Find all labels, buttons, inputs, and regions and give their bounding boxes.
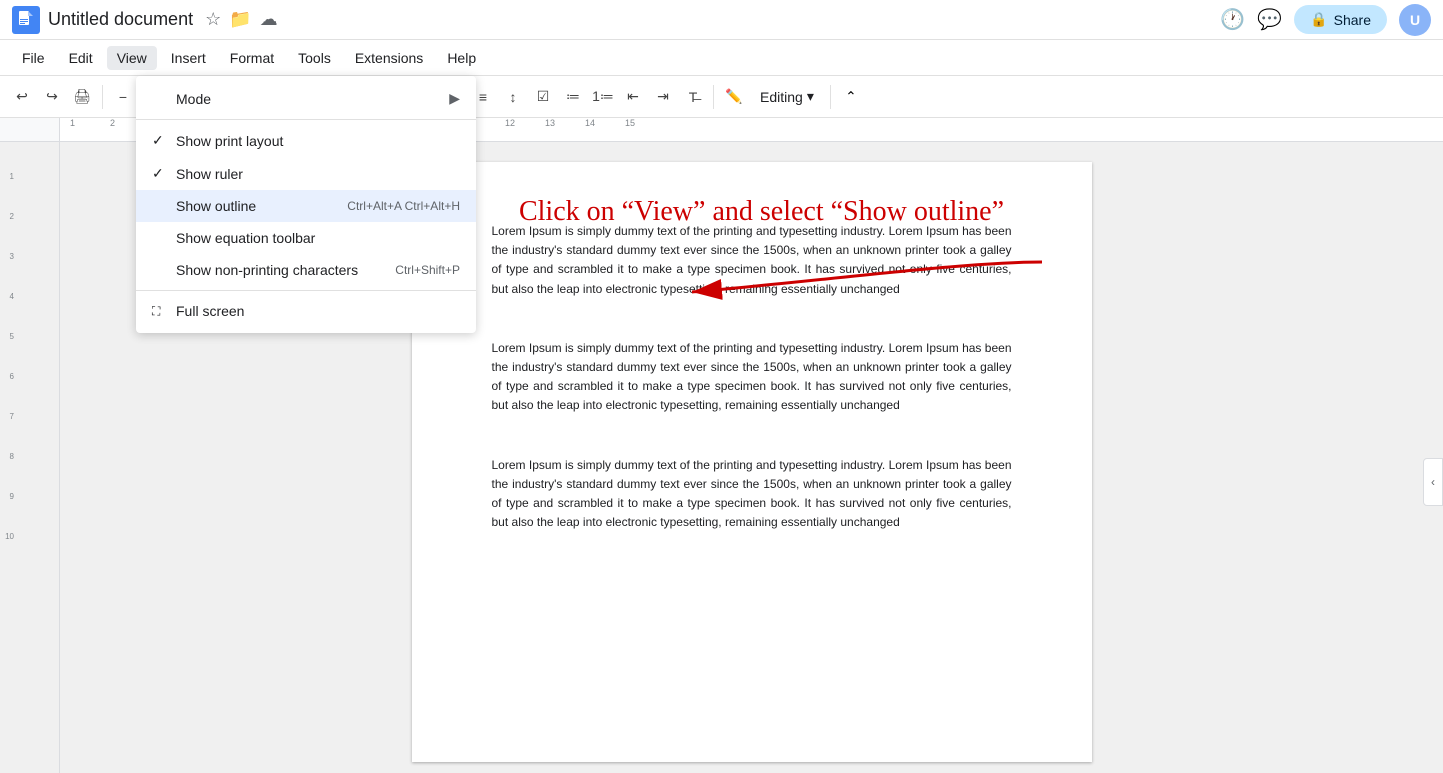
lock-icon: 🔒: [1310, 11, 1327, 28]
document-title: Untitled document: [48, 9, 193, 30]
menu-help[interactable]: Help: [437, 46, 486, 70]
mode-arrow-icon: ▶: [449, 90, 460, 107]
left-margin: 1 2 3 4 5 6 7 8 9 10: [0, 142, 60, 773]
dropdown-item-mode[interactable]: Mode ▶: [136, 82, 476, 115]
view-dropdown-menu: Mode ▶ ✓ Show print layout ✓ Show ruler …: [136, 76, 476, 333]
numbered-button[interactable]: 1≔: [589, 83, 617, 111]
toolbar-collapse-button[interactable]: ⌃: [837, 83, 865, 111]
title-right: 🕐 💬 🔒 Share U: [1220, 4, 1431, 36]
editing-button[interactable]: Editing ▾: [750, 84, 824, 109]
print-layout-label: Show print layout: [176, 133, 460, 149]
outline-label: Show outline: [176, 198, 347, 214]
vertical-ruler: 1 2 3 4 5 6 7 8 9 10: [0, 142, 15, 773]
line-spacing-button[interactable]: ↕: [499, 83, 527, 111]
avatar: U: [1399, 4, 1431, 36]
zoom-out-button[interactable]: −: [109, 83, 137, 111]
menu-edit[interactable]: Edit: [59, 46, 103, 70]
menu-extensions[interactable]: Extensions: [345, 46, 433, 70]
dropdown-item-nonprinting[interactable]: Show non-printing characters Ctrl+Shift+…: [136, 254, 476, 286]
equation-label: Show equation toolbar: [176, 230, 460, 246]
mode-label: Mode: [176, 91, 449, 107]
share-button[interactable]: 🔒 Share: [1294, 5, 1387, 34]
fullscreen-icon: ⛶: [152, 304, 172, 319]
outline-shortcut: Ctrl+Alt+A Ctrl+Alt+H: [347, 199, 460, 213]
clear-format-button[interactable]: T̶: [679, 83, 707, 111]
editing-chevron-icon: ▾: [807, 88, 814, 105]
nonprinting-shortcut: Ctrl+Shift+P: [395, 263, 460, 277]
separator1: [102, 85, 103, 109]
cloud-icon[interactable]: ☁: [260, 9, 278, 30]
title-icons: ☆ 📁 ☁: [205, 9, 278, 30]
indent-decrease-button[interactable]: ⇤: [619, 83, 647, 111]
bullet-button[interactable]: ≔: [559, 83, 587, 111]
undo-button[interactable]: ↩: [8, 83, 36, 111]
divider-1: [136, 119, 476, 120]
separator5: [830, 85, 831, 109]
edit-pencil-icon: ✏️: [720, 83, 748, 111]
star-icon[interactable]: ☆: [205, 9, 221, 30]
separator4: [713, 85, 714, 109]
dropdown-item-outline[interactable]: Show outline Ctrl+Alt+A Ctrl+Alt+H: [136, 190, 476, 222]
doc-icon: [12, 6, 40, 34]
paragraph-3: Lorem Ipsum is simply dummy text of the …: [492, 456, 1012, 533]
paragraph-2: Lorem Ipsum is simply dummy text of the …: [492, 339, 1012, 416]
comment-icon[interactable]: 💬: [1257, 7, 1282, 32]
print-layout-check-icon: ✓: [152, 132, 172, 149]
ruler-check-icon: ✓: [152, 165, 172, 182]
folder-icon[interactable]: 📁: [229, 9, 251, 30]
redo-button[interactable]: ↪: [38, 83, 66, 111]
menu-format[interactable]: Format: [220, 46, 284, 70]
sidebar-toggle-button[interactable]: ‹: [1423, 458, 1443, 506]
ruler-left: [0, 118, 60, 141]
title-bar: Untitled document ☆ 📁 ☁ 🕐 💬 🔒 Share U: [0, 0, 1443, 40]
dropdown-item-print-layout[interactable]: ✓ Show print layout: [136, 124, 476, 157]
menu-bar: File Edit View Insert Format Tools Exten…: [0, 40, 1443, 76]
divider-2: [136, 290, 476, 291]
history-icon[interactable]: 🕐: [1220, 7, 1245, 32]
menu-view[interactable]: View: [107, 46, 157, 70]
menu-insert[interactable]: Insert: [161, 46, 216, 70]
menu-file[interactable]: File: [12, 46, 55, 70]
editing-label: Editing: [760, 89, 803, 105]
fullscreen-label: Full screen: [176, 303, 460, 319]
checklist-button[interactable]: ☑: [529, 83, 557, 111]
dropdown-item-equation[interactable]: Show equation toolbar: [136, 222, 476, 254]
dropdown-item-ruler[interactable]: ✓ Show ruler: [136, 157, 476, 190]
menu-tools[interactable]: Tools: [288, 46, 341, 70]
ruler-label: Show ruler: [176, 166, 460, 182]
paragraph-1: Lorem Ipsum is simply dummy text of the …: [492, 222, 1012, 299]
nonprinting-label: Show non-printing characters: [176, 262, 395, 278]
dropdown-item-fullscreen[interactable]: ⛶ Full screen: [136, 295, 476, 327]
document-page[interactable]: Lorem Ipsum is simply dummy text of the …: [412, 162, 1092, 762]
indent-increase-button[interactable]: ⇥: [649, 83, 677, 111]
print-button[interactable]: 🖨: [68, 83, 96, 111]
